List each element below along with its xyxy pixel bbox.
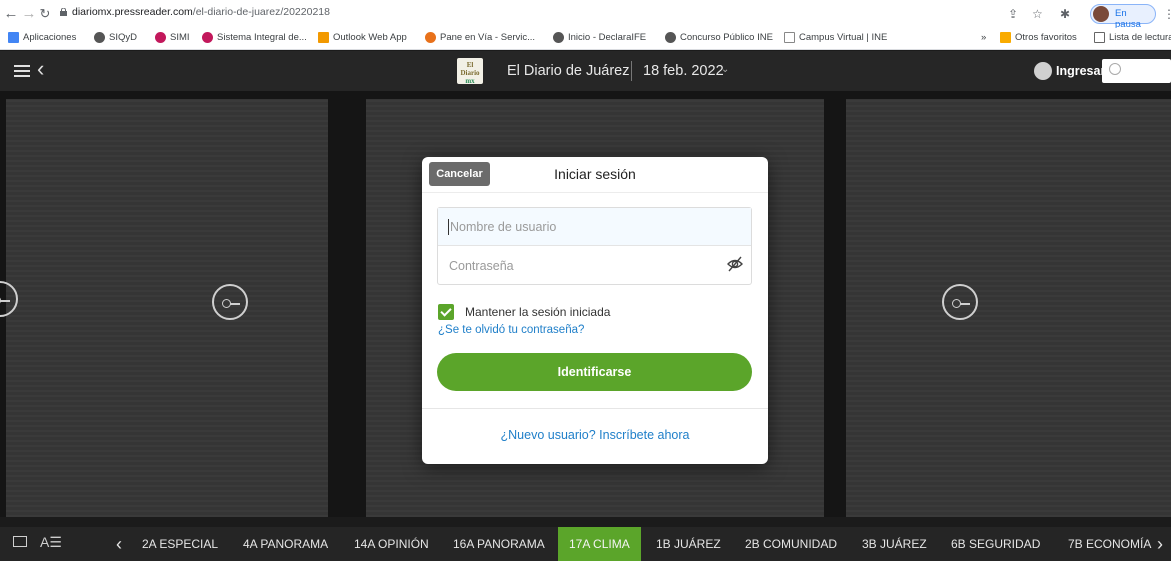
search-icon bbox=[1109, 63, 1121, 75]
locked-page-icon bbox=[212, 284, 248, 320]
chevron-right-icon[interactable]: › bbox=[1157, 532, 1163, 556]
bookmark-outlook[interactable]: Outlook Web App bbox=[318, 32, 407, 43]
bookmark-star-icon[interactable]: ☆ bbox=[1032, 5, 1043, 23]
page-icon bbox=[784, 32, 795, 43]
bookmarks-bar: Aplicaciones SIQyD SIMI Sistema Integral… bbox=[0, 28, 1171, 50]
browser-toolbar: ← → ↻ diariomx.pressreader.com/el-diario… bbox=[0, 0, 1171, 30]
credentials-box: Nombre de usuario Contraseña bbox=[437, 207, 752, 285]
chevron-down-icon[interactable]: ⌄ bbox=[721, 64, 729, 75]
section-tab[interactable]: 1B JUÁREZ bbox=[656, 527, 721, 561]
folder-icon bbox=[1000, 32, 1011, 43]
bookmark-otros-favoritos[interactable]: Otros favoritos bbox=[1000, 32, 1077, 43]
section-nav-bar: A☰ ‹ 2A ESPECIAL 4A PANORAMA 14A OPINIÓN… bbox=[0, 527, 1171, 561]
bookmark-sistema[interactable]: Sistema Integral de... bbox=[202, 32, 307, 43]
remember-label: Mantener la sesión iniciada bbox=[465, 305, 611, 319]
username-placeholder: Nombre de usuario bbox=[450, 220, 557, 234]
publication-logo[interactable]: El Diario mx bbox=[457, 58, 483, 85]
section-tab[interactable]: 16A PANORAMA bbox=[453, 527, 545, 561]
menu-dots-icon[interactable]: ⋮ bbox=[1163, 5, 1171, 23]
newspaper-page-right[interactable] bbox=[846, 99, 1171, 517]
outlook-icon bbox=[318, 32, 329, 43]
section-tab[interactable]: 3B JUÁREZ bbox=[862, 527, 927, 561]
newspaper-page-left[interactable] bbox=[6, 99, 328, 517]
section-tab[interactable]: 2A ESPECIAL bbox=[142, 527, 218, 561]
bookmark-simi[interactable]: SIMI bbox=[155, 32, 190, 43]
apps-grid-icon bbox=[8, 32, 19, 43]
globe-icon bbox=[553, 32, 564, 43]
app-header: ‹ El Diario mx El Diario de Juárez 18 fe… bbox=[0, 51, 1171, 91]
sign-in-button[interactable]: Identificarse bbox=[437, 353, 752, 391]
bookmark-declaraife[interactable]: Inicio - DeclaraIFE bbox=[553, 32, 646, 43]
issue-date[interactable]: 18 feb. 2022 bbox=[643, 63, 724, 79]
bookmark-pane[interactable]: Pane en Vía - Servic... bbox=[425, 32, 535, 43]
forgot-password-link[interactable]: ¿Se te olvidó tu contraseña? bbox=[438, 324, 584, 336]
search-input[interactable] bbox=[1102, 59, 1171, 83]
username-field[interactable]: Nombre de usuario bbox=[438, 208, 751, 246]
profile-button[interactable]: En pausa bbox=[1090, 4, 1156, 30]
bookmark-siqyd[interactable]: SIQyD bbox=[94, 32, 137, 43]
reading-list[interactable]: Lista de lectura bbox=[1094, 32, 1171, 43]
diamond-icon bbox=[155, 32, 166, 43]
chevron-left-icon[interactable]: ‹ bbox=[116, 532, 122, 556]
locked-page-icon bbox=[942, 284, 978, 320]
url-path: /el-diario-de-juarez/20220218 bbox=[192, 6, 330, 18]
extensions-icon[interactable]: ✱ bbox=[1060, 5, 1070, 23]
hide-password-icon[interactable] bbox=[726, 255, 744, 273]
chevron-left-icon[interactable]: ‹ bbox=[37, 57, 44, 81]
section-tab[interactable]: 14A OPINIÓN bbox=[354, 527, 429, 561]
globe-icon bbox=[94, 32, 105, 43]
password-placeholder: Contraseña bbox=[449, 259, 514, 273]
publication-title[interactable]: El Diario de Juárez bbox=[507, 63, 630, 79]
share-icon[interactable]: ⇪ bbox=[1008, 5, 1018, 23]
text-caret bbox=[448, 219, 449, 235]
section-tab[interactable]: 7B ECONOMÍA bbox=[1068, 527, 1151, 561]
lock-icon bbox=[60, 8, 67, 16]
back-arrow-icon[interactable]: ← bbox=[2, 5, 20, 23]
section-tab[interactable]: 2B COMUNIDAD bbox=[745, 527, 837, 561]
url-host: diariomx.pressreader.com bbox=[72, 6, 193, 18]
globe-icon bbox=[665, 32, 676, 43]
bookmark-apps[interactable]: Aplicaciones bbox=[8, 32, 76, 43]
address-bar[interactable]: diariomx.pressreader.com/el-diario-de-ju… bbox=[72, 6, 330, 18]
remember-checkbox[interactable] bbox=[438, 304, 454, 320]
bookmark-concurso[interactable]: Concurso Público INE bbox=[665, 32, 773, 43]
section-tab[interactable]: 6B SEGURIDAD bbox=[951, 527, 1040, 561]
text-view-icon[interactable]: A☰ bbox=[40, 534, 62, 551]
login-dialog: Iniciar sesión Cancelar Nombre de usuari… bbox=[422, 157, 768, 464]
dialog-header: Iniciar sesión Cancelar bbox=[422, 157, 768, 193]
reading-list-icon bbox=[1094, 32, 1105, 43]
bookmark-campus[interactable]: Campus Virtual | INE bbox=[784, 32, 887, 43]
bookmarks-overflow[interactable]: » bbox=[981, 32, 986, 43]
page-view-icon[interactable] bbox=[13, 536, 27, 547]
login-button[interactable]: Ingresar bbox=[1056, 64, 1105, 78]
diamond-icon bbox=[202, 32, 213, 43]
pane-icon bbox=[425, 32, 436, 43]
hamburger-menu-icon[interactable] bbox=[14, 65, 30, 77]
cancel-button[interactable]: Cancelar bbox=[429, 162, 490, 186]
signup-link[interactable]: ¿Nuevo usuario? Inscríbete ahora bbox=[422, 428, 768, 442]
section-tab[interactable]: 4A PANORAMA bbox=[243, 527, 328, 561]
section-tab-active[interactable]: 17A CLIMA bbox=[558, 527, 641, 561]
divider bbox=[631, 61, 632, 81]
avatar bbox=[1093, 6, 1109, 22]
reload-icon[interactable]: ↻ bbox=[36, 5, 54, 23]
divider bbox=[422, 408, 768, 409]
profile-status: En pausa bbox=[1115, 8, 1141, 30]
user-icon[interactable] bbox=[1034, 62, 1052, 80]
